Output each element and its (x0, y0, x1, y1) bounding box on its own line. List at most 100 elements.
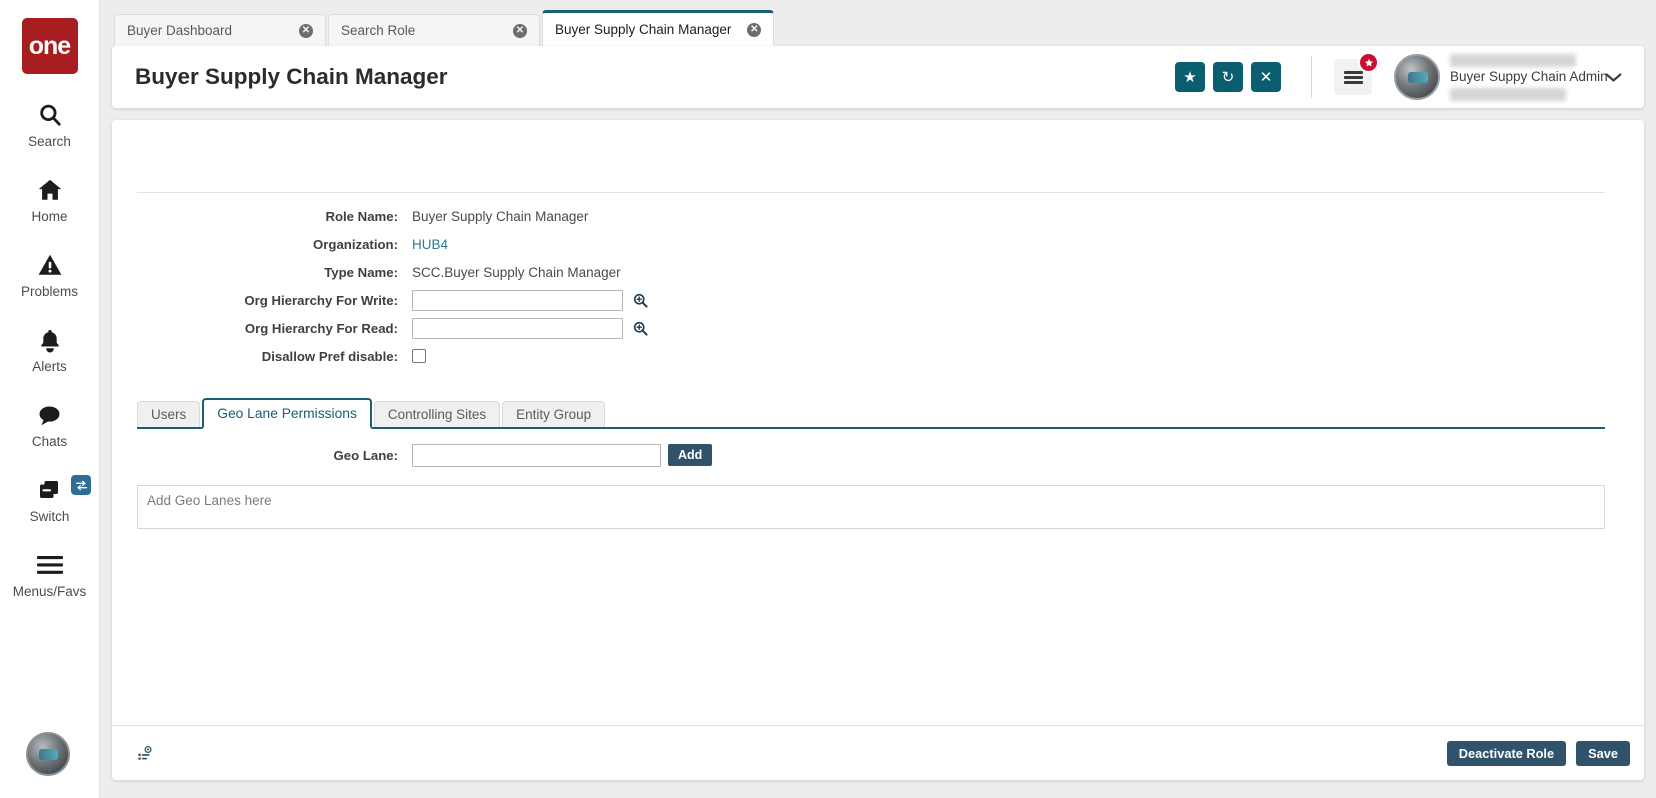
sidebar-label-home: Home (31, 209, 68, 224)
field-value-organization-link[interactable]: HUB4 (412, 237, 448, 252)
tab-entity-group[interactable]: Entity Group (502, 401, 606, 427)
switch-icon (36, 473, 64, 507)
tab-label: Users (151, 407, 187, 422)
field-disallow-pref-disable: Disallow Pref disable: (112, 342, 1644, 370)
field-value-type-name: SCC.Buyer Supply Chain Manager (412, 264, 621, 280)
star-icon: ★ (1183, 69, 1197, 86)
hamburger-icon (1343, 80, 1363, 84)
redacted-bar-bottom (1450, 87, 1566, 101)
org-hierarchy-write-input[interactable] (412, 289, 623, 311)
avatar[interactable] (1394, 54, 1440, 100)
field-label: Role Name: (325, 208, 398, 224)
close-icon[interactable]: ✕ (747, 22, 762, 37)
sidebar-item-search[interactable]: Search (0, 98, 99, 149)
tab-label: Entity Group (516, 407, 592, 422)
sidebar-item-switch[interactable]: Switch (0, 473, 99, 524)
search-icon (37, 98, 63, 132)
hamburger-icon (36, 548, 64, 582)
tab-controlling-sites[interactable]: Controlling Sites (373, 401, 501, 427)
field-value-role-name: Buyer Supply Chain Manager (412, 208, 589, 224)
rail-avatar[interactable] (26, 732, 70, 776)
home-icon (36, 173, 64, 207)
close-icon[interactable]: ✕ (299, 23, 313, 38)
switch-badge-icon[interactable] (71, 475, 91, 495)
refresh-icon: ↻ (1221, 69, 1235, 86)
field-label: Org Hierarchy For Write: (244, 292, 398, 308)
org-hierarchy-read-lookup-icon[interactable] (631, 319, 649, 337)
hamburger-icon (1343, 75, 1363, 79)
sidebar-label-switch: Switch (29, 509, 70, 524)
tab-strip: Buyer Dashboard ✕ Search Role ✕ Buyer Su… (100, 0, 1656, 46)
field-org-hierarchy-read: Org Hierarchy For Read: (112, 314, 1644, 342)
sidebar-item-alerts[interactable]: Alerts (0, 323, 99, 374)
header-divider (1311, 56, 1312, 98)
field-type-name: Type Name: SCC.Buyer Supply Chain Manage… (112, 258, 1644, 286)
save-button[interactable]: Save (1576, 740, 1630, 766)
sidebar-item-home[interactable]: Home (0, 173, 99, 224)
sidebar-label-chats: Chats (31, 434, 68, 449)
geo-lane-panel: Geo Lane: Add Add Geo Lanes here (112, 440, 1644, 529)
field-organization: Organization: HUB4 (112, 230, 1644, 258)
role-form: Role Name: Buyer Supply Chain Manager Or… (112, 202, 1644, 370)
geo-lane-label: Geo Lane: (333, 447, 398, 463)
favorite-button[interactable]: ★ (1175, 62, 1205, 92)
field-label: Disallow Pref disable: (261, 348, 398, 364)
user-block: Buyer Suppy Chain Admin (1450, 53, 1608, 101)
browser-tab-label: Buyer Supply Chain Manager (555, 22, 732, 37)
tab-label: Geo Lane Permissions (217, 406, 357, 421)
sidebar-label-search: Search (28, 134, 71, 149)
tab-geo-lane-permissions[interactable]: Geo Lane Permissions (202, 398, 372, 429)
disallow-pref-disable-checkbox[interactable] (412, 349, 426, 363)
geo-lane-input[interactable] (412, 443, 661, 467)
sidebar-item-chats[interactable]: Chats (0, 398, 99, 449)
browser-tab-buyer-dashboard[interactable]: Buyer Dashboard ✕ (114, 14, 326, 46)
sidebar-item-menus-favs[interactable]: Menus/Favs (0, 548, 99, 599)
header-card: Buyer Supply Chain Manager ★ ↻ ✕ Buyer S… (112, 46, 1644, 108)
menu-button[interactable] (1334, 52, 1379, 95)
header-actions: ★ ↻ ✕ Buyer Suppy Chain Admin (1167, 52, 1630, 101)
warning-icon (37, 248, 63, 282)
sidebar-label-alerts: Alerts (32, 359, 67, 374)
footer-actions: Deactivate Role Save (1437, 740, 1630, 766)
chat-icon (36, 398, 63, 432)
tab-label: Controlling Sites (387, 407, 487, 422)
browser-tab-buyer-supply-chain-manager[interactable]: Buyer Supply Chain Manager ✕ (542, 10, 775, 46)
org-hierarchy-read-input[interactable] (412, 317, 623, 339)
browser-tab-search-role[interactable]: Search Role ✕ (328, 14, 540, 46)
notification-badge (1358, 52, 1379, 73)
sidebar-label-menus-favs: Menus/Favs (12, 584, 87, 599)
deactivate-role-button[interactable]: Deactivate Role (1446, 740, 1567, 766)
org-hierarchy-write-lookup-icon[interactable] (631, 291, 649, 309)
bell-icon (38, 323, 62, 357)
panel-tabs: Users Geo Lane Permissions Controlling S… (137, 398, 1605, 429)
field-org-hierarchy-write: Org Hierarchy For Write: (112, 286, 1644, 314)
refresh-button[interactable]: ↻ (1213, 62, 1243, 92)
sidebar-label-problems: Problems (20, 284, 79, 299)
user-name: Buyer Suppy Chain Admin (1450, 68, 1608, 84)
sidebar-item-problems[interactable]: Problems (0, 248, 99, 299)
add-geo-lane-button[interactable]: Add (668, 444, 713, 466)
field-label: Type Name: (324, 264, 398, 280)
content-card: Role Name: Buyer Supply Chain Manager Or… (112, 120, 1644, 780)
browser-tab-label: Search Role (341, 23, 416, 38)
field-label: Org Hierarchy For Read: (244, 320, 398, 336)
left-nav-rail: one Search Home Problems Alerts Chats Sw… (0, 0, 100, 798)
field-label: Organization: (313, 236, 398, 252)
field-role-name: Role Name: Buyer Supply Chain Manager (112, 202, 1644, 230)
geo-lane-dropzone-text: Add Geo Lanes here (147, 493, 272, 508)
geo-lane-dropzone[interactable]: Add Geo Lanes here (137, 485, 1605, 529)
app-logo[interactable]: one (21, 18, 78, 74)
close-button[interactable]: ✕ (1251, 62, 1281, 92)
tab-users[interactable]: Users (137, 401, 201, 427)
browser-tab-label: Buyer Dashboard (127, 23, 233, 38)
close-icon[interactable]: ✕ (513, 23, 527, 38)
logo-text: one (28, 31, 71, 60)
form-divider (137, 192, 1605, 193)
redacted-bar-top (1450, 53, 1576, 67)
footer-bar: Deactivate Role Save (112, 725, 1644, 780)
audit-log-icon[interactable] (137, 745, 154, 762)
user-menu-button[interactable] (1596, 60, 1630, 94)
geo-lane-row: Geo Lane: Add (112, 440, 1644, 470)
close-icon: ✕ (1259, 69, 1273, 86)
page-title: Buyer Supply Chain Manager (135, 64, 448, 89)
